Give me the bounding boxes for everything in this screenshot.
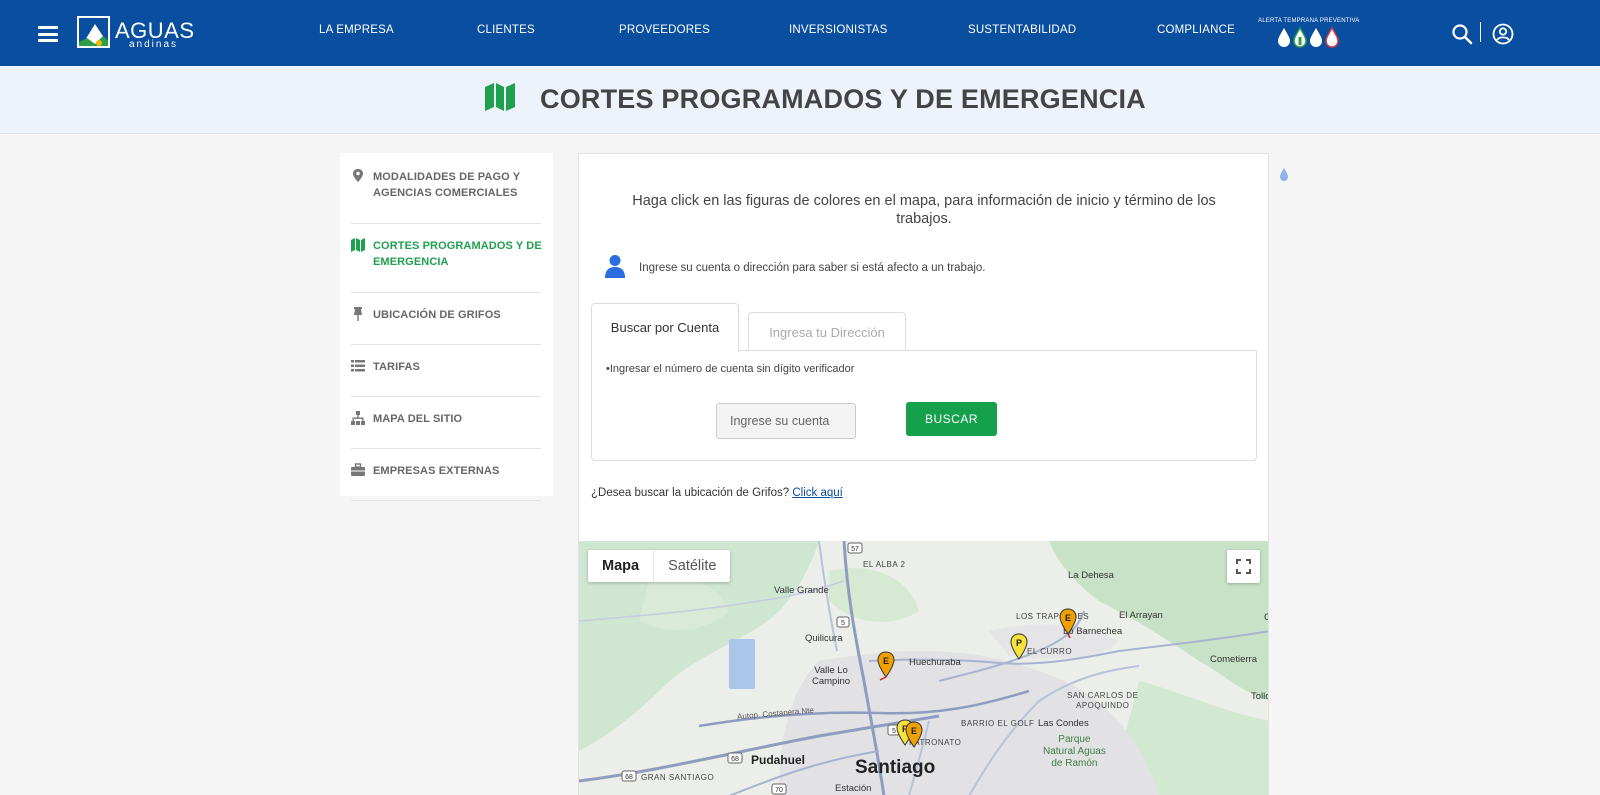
nav-sustentabilidad[interactable]: SUSTENTABILIDAD [968, 24, 1076, 36]
route-shield: 5 [836, 616, 850, 628]
emergency-marker[interactable]: E [1059, 608, 1077, 638]
fullscreen-icon [1236, 559, 1251, 574]
sidebar-item-label: UBICACIÓN DE GRIFOS [373, 309, 501, 321]
sidebar: MODALIDADES DE PAGO Y AGENCIAS COMERCIAL… [340, 153, 553, 501]
sidebar-item-label: EMPRESAS EXTERNAS [373, 465, 500, 477]
pin-icon [354, 307, 362, 321]
grifos-question-text: ¿Desea buscar la ubicación de Grifos? [591, 487, 790, 499]
map-icon [485, 83, 515, 111]
svg-text:E: E [911, 726, 917, 736]
user-account-icon[interactable] [1492, 23, 1514, 45]
nav-clientes[interactable]: CLIENTES [477, 24, 535, 36]
sidebar-item-cortes[interactable]: CORTES PROGRAMADOS Y DE EMERGENCIA [351, 238, 542, 293]
map-icon [351, 238, 365, 252]
map-label: La Dehesa [1068, 570, 1114, 581]
svg-text:70: 70 [775, 787, 783, 794]
account-search-panel: •Ingresar el número de cuenta sin dígito… [591, 350, 1257, 461]
svg-text:E: E [883, 656, 889, 666]
svg-text:5: 5 [841, 620, 845, 627]
map-label: Valle Lo Campino [812, 665, 851, 687]
nav-proveedores[interactable]: PROVEEDORES [619, 24, 710, 36]
account-input[interactable] [716, 403, 856, 439]
map-type-satelite[interactable]: Satélite [653, 550, 730, 582]
briefcase-icon [351, 463, 365, 476]
header-divider [1480, 22, 1481, 42]
map-type-mapa[interactable]: Mapa [588, 550, 653, 582]
intro-text: Haga click en las figuras de colores en … [632, 193, 1216, 227]
emergency-marker[interactable]: E [905, 721, 923, 751]
map-label: Quilicura [805, 633, 843, 644]
map-label: Estación [835, 783, 872, 794]
map-label: Parque Natural Aguas de Ramón [1043, 734, 1106, 769]
sidebar-item-label: MODALIDADES DE PAGO Y AGENCIAS COMERCIAL… [373, 171, 520, 199]
map-label: BARRIO EL GOLF [961, 719, 1035, 728]
map-label: EL CURRO [1027, 647, 1073, 656]
fullscreen-button[interactable] [1227, 550, 1260, 583]
map-label: Pudahuel [751, 753, 806, 767]
grifos-question: ¿Desea buscar la ubicación de Grifos? Cl… [591, 487, 843, 499]
svg-text:68: 68 [731, 756, 739, 763]
map-label: LOS TRAPENSES [1016, 612, 1090, 621]
map-type-control: Mapa Satélite [588, 550, 731, 582]
svg-text:P: P [1016, 638, 1022, 648]
account-hint: Ingrese su cuenta o dirección para saber… [639, 262, 986, 274]
grifos-link[interactable]: Click aquí [792, 487, 843, 499]
cortes-card: Haga click en las figuras de colores en … [578, 153, 1269, 795]
sidebar-item-tarifas[interactable]: TARIFAS [351, 359, 541, 397]
tab-ingresa-direccion[interactable]: Ingresa tu Dirección [748, 312, 906, 351]
tab-buscar-por-cuenta[interactable]: Buscar por Cuenta [591, 303, 739, 352]
aguas-andinas-logo[interactable]: AGUAS andinas [77, 16, 197, 50]
route-shield: 70 [771, 783, 787, 795]
map-label: Valle Grande [774, 585, 829, 596]
sitemap-icon [351, 411, 365, 425]
menu-icon[interactable] [38, 26, 58, 42]
sidebar-item-label: MAPA DEL SITIO [373, 413, 463, 425]
nav-compliance[interactable]: COMPLIANCE [1157, 24, 1235, 36]
buscar-button[interactable]: BUSCAR [906, 402, 997, 436]
sidebar-item-mapa-sitio[interactable]: MAPA DEL SITIO [351, 411, 541, 449]
nav-la-empresa[interactable]: LA EMPRESA [319, 24, 394, 36]
outage-map[interactable]: 57 5 68 68 70 5 EL ALBA 2 La Dehesa Vall… [579, 541, 1269, 795]
logo-mountain-icon [77, 16, 110, 48]
sidebar-item-label: TARIFAS [373, 361, 420, 373]
list-icon [351, 360, 365, 372]
top-navigation-bar: AGUAS andinas LA EMPRESA CLIENTES PROVEE… [0, 0, 1600, 66]
nav-inversionistas[interactable]: INVERSIONISTAS [789, 24, 887, 36]
emergency-marker[interactable]: E [877, 651, 895, 681]
map-label: El Arrayan [1119, 610, 1163, 621]
svg-text:57: 57 [851, 546, 859, 553]
page-title: CORTES PROGRAMADOS Y DE EMERGENCIA [540, 84, 1146, 114]
water-drop-icon [1280, 168, 1288, 181]
sidebar-item-modalidades-pago[interactable]: MODALIDADES DE PAGO Y AGENCIAS COMERCIAL… [351, 169, 541, 224]
route-shield: 57 [847, 542, 863, 554]
map-label: Cometierra [1210, 654, 1257, 665]
scheduled-marker[interactable]: P [1010, 633, 1028, 663]
map-label: Las Condes [1038, 718, 1089, 729]
page-title-band: CORTES PROGRAMADOS Y DE EMERGENCIA [0, 66, 1600, 134]
alert-drops-icon [1278, 26, 1339, 48]
map-label: SAN CARLOS DE APOQUINDO [1067, 691, 1139, 710]
search-icon[interactable] [1451, 23, 1473, 45]
map-label: Tollo [1251, 691, 1269, 702]
svg-text:68: 68 [625, 774, 633, 781]
map-label: Co [1264, 612, 1268, 623]
map-label: Santiago [855, 757, 936, 778]
sidebar-item-empresas-externas[interactable]: EMPRESAS EXTERNAS [351, 463, 541, 501]
map-marker-icon [353, 169, 363, 182]
logo-subtitle: andinas [129, 39, 179, 50]
map-label: EL ALBA 2 [863, 560, 906, 569]
sidebar-item-label: CORTES PROGRAMADOS Y DE EMERGENCIA [373, 240, 542, 268]
account-instruction: •Ingresar el número de cuenta sin dígito… [606, 363, 855, 375]
svg-text:E: E [1065, 613, 1071, 623]
map-label: Huechuraba [909, 657, 961, 668]
sidebar-item-grifos[interactable]: UBICACIÓN DE GRIFOS [351, 307, 541, 345]
early-warning-alert[interactable]: ALERTA TEMPRANA PREVENTIVA [1258, 16, 1360, 50]
alert-title: ALERTA TEMPRANA PREVENTIVA [1258, 18, 1360, 24]
user-icon [605, 255, 625, 278]
route-shield: 68 [727, 752, 743, 764]
route-shield: 68 [621, 770, 637, 782]
map-label: GRAN SANTIAGO [641, 773, 715, 782]
